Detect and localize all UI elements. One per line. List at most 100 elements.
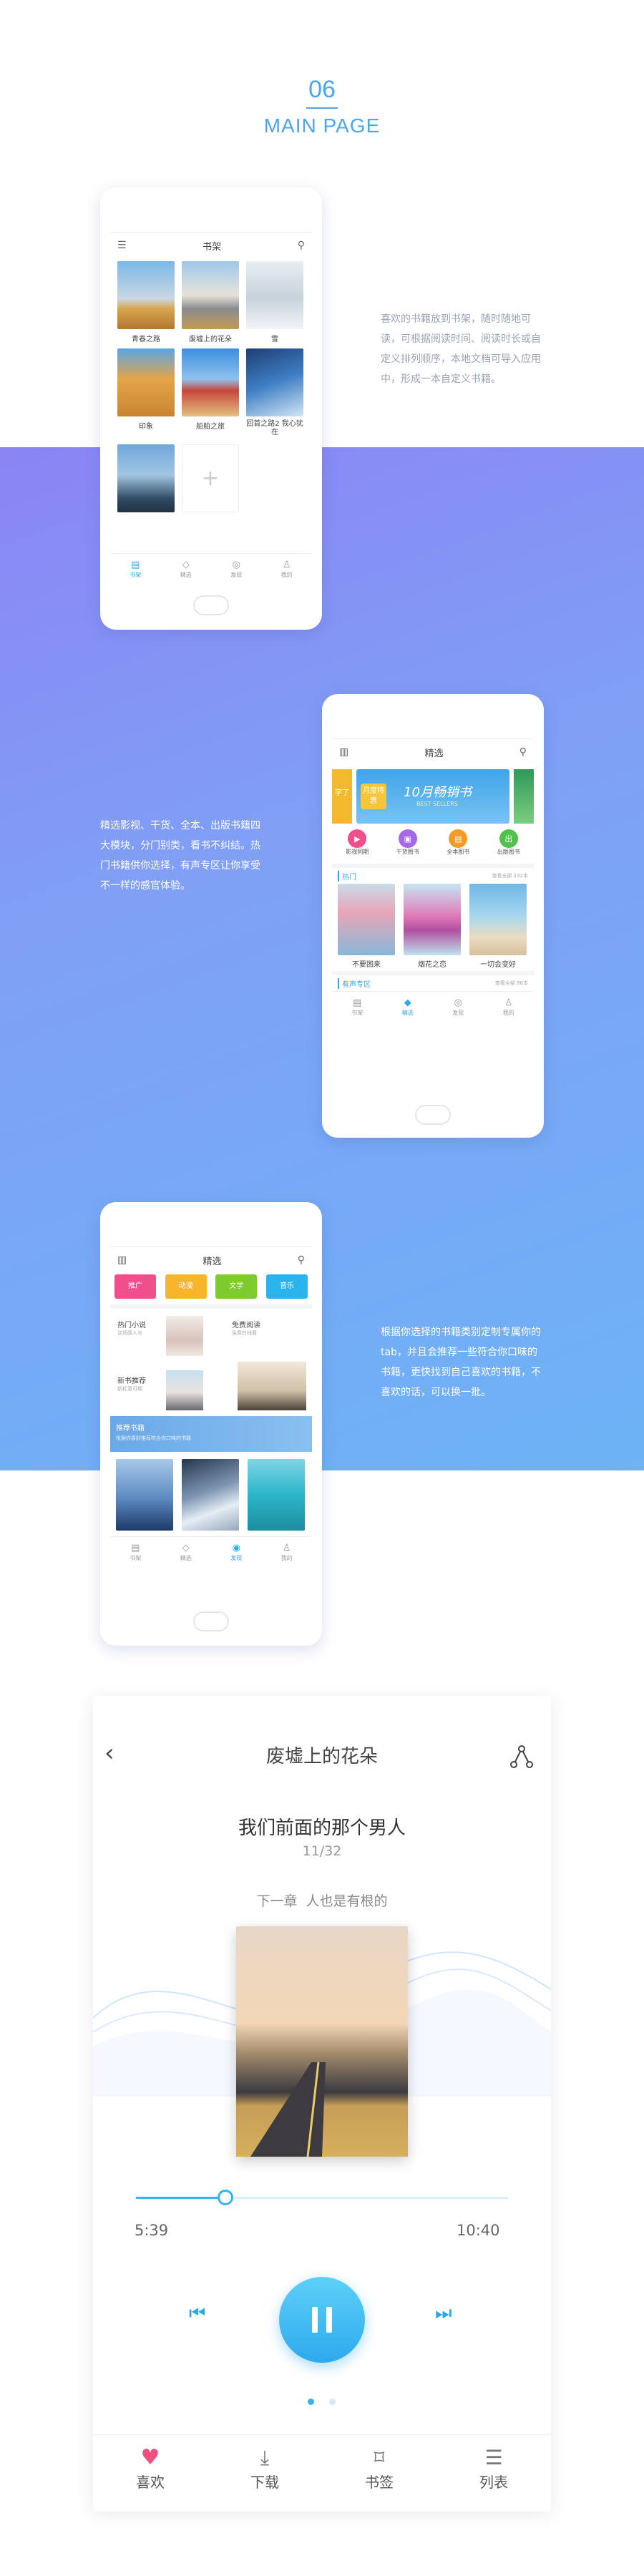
recommend-bar[interactable]: 推荐书籍 根据你喜好推荐符合你口味的书籍 — [110, 1416, 312, 1452]
see-all-audio[interactable]: 查看全部 86本 — [495, 980, 528, 987]
tab-shelf[interactable]: ▤ 书架 — [332, 992, 383, 1023]
previous-icon[interactable]: ⏮ — [189, 2303, 205, 2325]
shelf-icon: ▤ — [353, 997, 362, 1008]
tab-bar: ▤ 书架 ◆ 精选 ◎ 发现 ♙ 我的 — [332, 991, 534, 1023]
page-dot[interactable] — [329, 2399, 336, 2405]
book-cover[interactable] — [182, 348, 239, 416]
chip[interactable]: 动漫 — [165, 1274, 207, 1299]
add-book-button[interactable]: + — [182, 444, 239, 512]
tab-featured[interactable]: ◇ 精选 — [161, 1537, 212, 1568]
book-title: 废墟上的花朵 — [189, 336, 232, 343]
see-all-hot[interactable]: 查看全部 232本 — [492, 872, 528, 879]
divider — [110, 1304, 312, 1309]
category-item[interactable]: ▶ 影视同期 — [346, 829, 369, 856]
item-title[interactable]: 热门小说 — [117, 1319, 146, 1330]
tab-me[interactable]: ♙ 我的 — [484, 992, 535, 1023]
search-icon[interactable]: ⚲ — [519, 746, 527, 758]
book-cover[interactable] — [182, 1459, 239, 1531]
book-cover[interactable] — [246, 261, 303, 329]
tab-featured[interactable]: ◆ 精选 — [383, 992, 434, 1023]
search-icon[interactable]: ⚲ — [298, 240, 305, 251]
item-title[interactable]: 免费阅读 — [232, 1319, 260, 1330]
item-thumb[interactable] — [238, 1362, 306, 1410]
user-icon: ♙ — [282, 560, 291, 570]
home-button — [193, 1611, 229, 1631]
banner-main[interactable]: 月度特惠 10月畅销书 BEST SELLERS — [356, 769, 509, 824]
section-title: MAIN PAGE — [263, 114, 381, 137]
nav-list[interactable]: ☰ 列表 — [436, 2435, 551, 2512]
banner-right[interactable] — [514, 769, 534, 824]
category-item[interactable]: ▤ 全本图书 — [447, 829, 469, 856]
home-button — [193, 595, 229, 615]
description-featured: 精选影视、干货、全本、出版书籍四大模块，分门别类，看书不纠结。热门书籍供你选择，… — [100, 820, 260, 892]
banner-left[interactable]: 字了 — [332, 769, 352, 824]
book-cover[interactable] — [117, 261, 175, 329]
list-icon: ☰ — [484, 2446, 503, 2469]
chip[interactable]: 文学 — [215, 1274, 258, 1299]
description-bookshelf: 喜欢的书籍放到书架，随时随地可读，可根据阅读时间、阅读时长或自定义排列顺序，本地… — [381, 313, 541, 385]
book-cover[interactable] — [116, 1459, 173, 1531]
nav-bookmark[interactable]: ⌑ 书签 — [322, 2435, 436, 2512]
book-cover[interactable] — [338, 884, 395, 955]
header-divider — [306, 107, 338, 109]
pause-icon — [309, 2307, 335, 2333]
chip-row: 推广 动漫 文学 音乐 — [114, 1274, 308, 1299]
item-thumb[interactable] — [166, 1316, 203, 1356]
bottom-nav: ♥ 喜欢 ⤓ 下载 ⌑ 书签 ☰ 列表 — [93, 2434, 551, 2512]
banner-tag: 月度特惠 — [361, 784, 386, 809]
book-title: 烟花之恋 — [418, 961, 447, 969]
tab-featured[interactable]: ◇ 精选 — [161, 554, 212, 585]
chip[interactable]: 音乐 — [265, 1274, 308, 1299]
divider — [332, 864, 534, 868]
nav-like[interactable]: ♥ 喜欢 — [93, 2435, 208, 2512]
page-counter: 11/32 — [302, 1843, 342, 1859]
tab-discover[interactable]: ◎ 发现 — [433, 992, 484, 1023]
diamond-icon: ◆ — [404, 997, 411, 1008]
section-label-hot: 热门 — [338, 871, 356, 882]
next-icon[interactable]: ⏭ — [435, 2303, 452, 2325]
next-chapter-link[interactable]: 下一章 人也是有根的 — [93, 1890, 551, 1910]
book-title: 船舶之旅 — [196, 423, 225, 431]
item-title[interactable]: 新书推荐 — [117, 1375, 146, 1385]
chart-icon[interactable]: ▥ — [117, 1254, 127, 1266]
nav-download[interactable]: ⤓ 下载 — [208, 2435, 322, 2512]
description-custom: 根据你选择的书籍类别定制专属你的tab，并且会推荐一些符合你口味的书籍，更快找到… — [381, 1327, 541, 1398]
book-title-header: 废墟上的花朵 — [265, 1746, 378, 1767]
chart-icon[interactable]: ▥ — [339, 746, 348, 758]
compass-icon: ◎ — [232, 560, 240, 570]
compass-icon: ◉ — [232, 1543, 240, 1553]
book-cover[interactable] — [246, 348, 303, 416]
road-icon — [250, 2062, 326, 2157]
tab-discover[interactable]: ◉ 发现 — [211, 1537, 262, 1568]
book-cover[interactable] — [248, 1459, 305, 1531]
share-icon[interactable] — [508, 1743, 535, 1770]
audio-player-screen: ‹ 废墟上的花朵 我们前面的那个男人 11/32 下一章 人也是有根的 5:39… — [93, 1696, 551, 2512]
tab-me[interactable]: ♙ 我的 — [262, 554, 313, 585]
book-cover[interactable] — [182, 261, 239, 329]
tab-shelf[interactable]: ▤ 书架 — [110, 554, 161, 585]
category-item[interactable]: 出出版图书 — [497, 829, 520, 856]
tab-shelf[interactable]: ▤ 书架 — [110, 1537, 161, 1568]
search-icon[interactable]: ⚲ — [298, 1254, 305, 1266]
book-cover[interactable] — [117, 348, 175, 416]
chip[interactable]: 推广 — [114, 1274, 156, 1299]
category-item[interactable]: ▣ 干货图书 — [396, 829, 419, 856]
menu-icon[interactable]: ☰ — [117, 240, 127, 251]
print-icon: 出 — [499, 829, 518, 848]
diamond-icon: ◇ — [182, 1543, 190, 1553]
time-total: 10:40 — [457, 2222, 500, 2239]
tab-me[interactable]: ♙ 我的 — [262, 1537, 313, 1568]
book-cover[interactable] — [404, 884, 461, 955]
book-title: 雪 — [271, 336, 278, 343]
bookmark-icon: ⌑ — [374, 2446, 385, 2469]
page-dot-active[interactable] — [308, 2399, 314, 2405]
item-thumb[interactable] — [166, 1370, 203, 1410]
book-cover[interactable] — [469, 884, 527, 955]
diamond-icon: ◇ — [182, 560, 190, 570]
pause-button[interactable] — [279, 2277, 365, 2363]
book-cover[interactable] — [117, 444, 175, 512]
progress-knob[interactable] — [217, 2190, 233, 2205]
tab-discover[interactable]: ◎ 发现 — [211, 554, 262, 585]
phone-featured: ▥ 精选 ⚲ 字了 月度特惠 10月畅销书 BEST SELLERS ▶ 影视同期… — [322, 694, 544, 1138]
book-title: 一切会变好 — [480, 961, 516, 969]
